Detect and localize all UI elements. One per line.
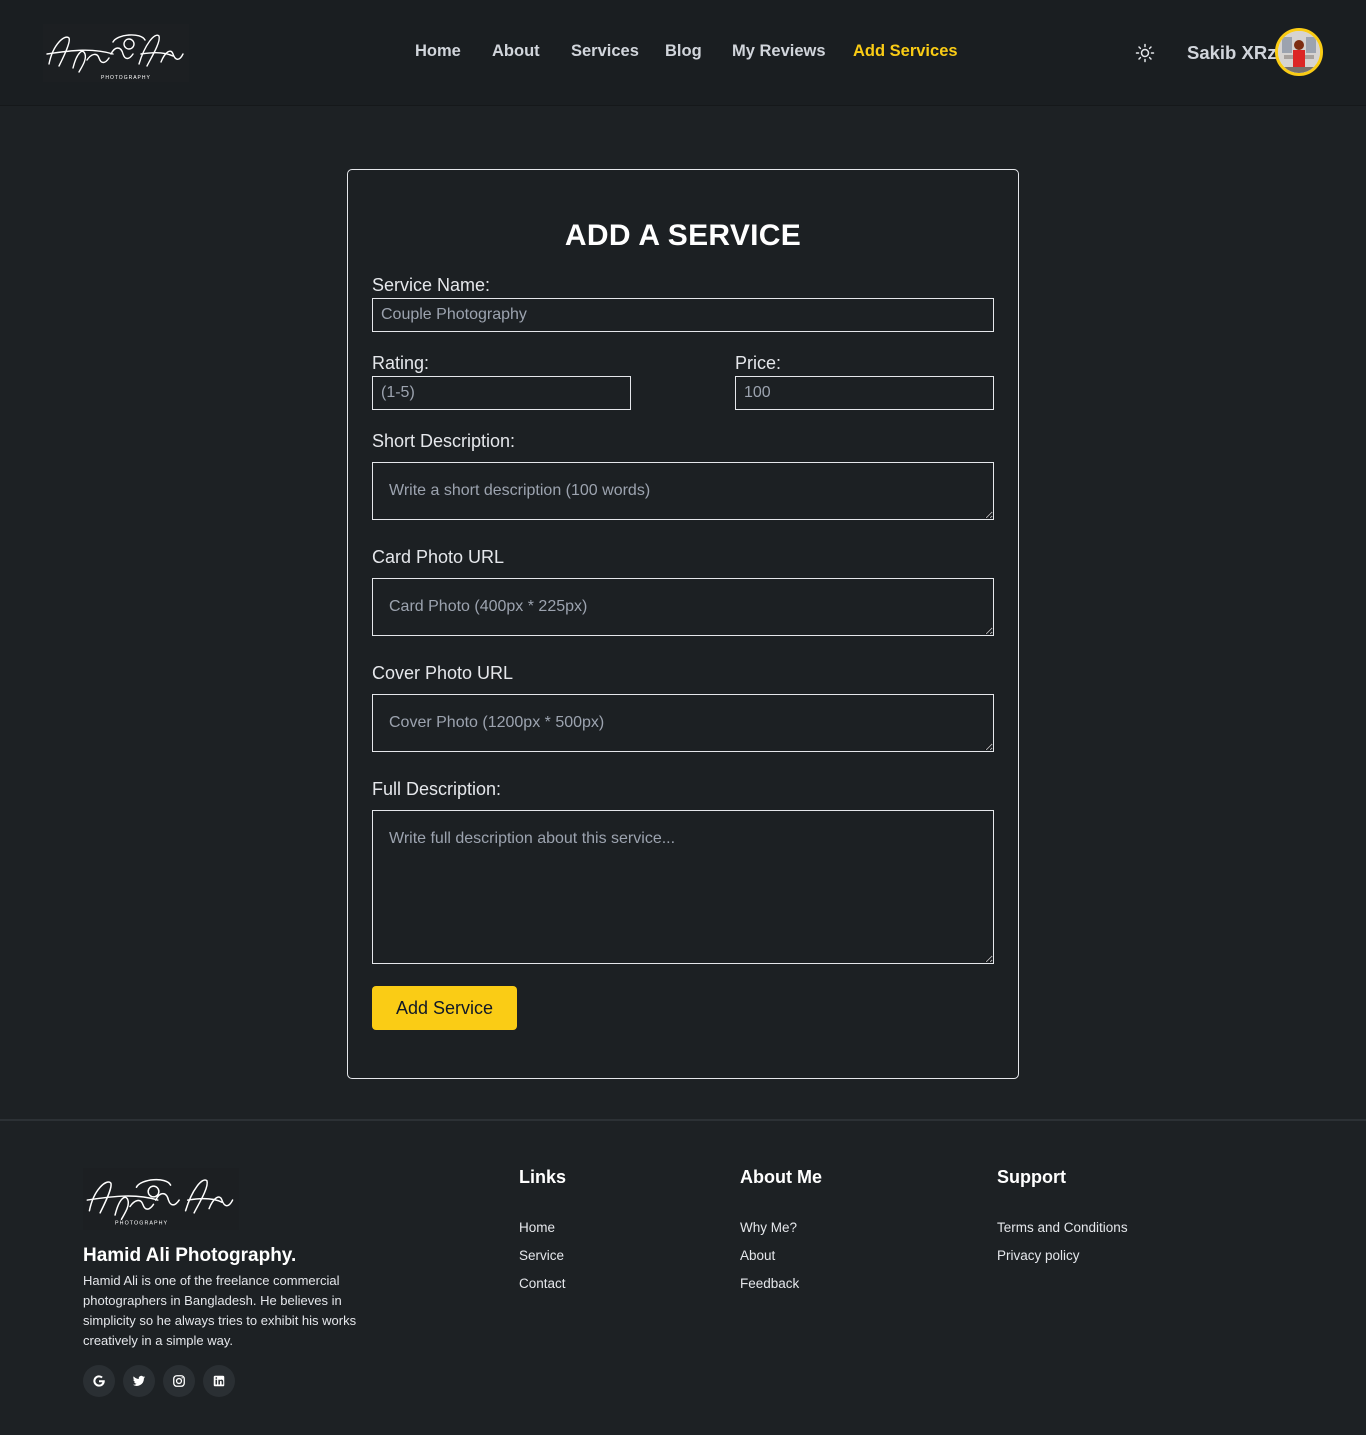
instagram-icon[interactable] xyxy=(163,1365,195,1397)
short-description-textarea[interactable] xyxy=(372,462,994,520)
price-input[interactable] xyxy=(735,376,994,410)
linkedin-icon[interactable] xyxy=(203,1365,235,1397)
logo-subtext: PHOTOGRAPHY xyxy=(101,75,151,81)
card-photo-label: Card Photo URL xyxy=(372,547,505,567)
footer-link-privacy[interactable]: Privacy policy xyxy=(997,1248,1080,1263)
add-service-button[interactable]: Add Service xyxy=(372,986,517,1030)
sun-icon[interactable] xyxy=(1135,43,1155,63)
footer: PHOTOGRAPHY Hamid Ali Photography. Hamid… xyxy=(0,1119,1366,1435)
google-icon[interactable] xyxy=(83,1365,115,1397)
footer-brand: Hamid Ali Photography. xyxy=(83,1245,297,1266)
footer-link-contact[interactable]: Contact xyxy=(519,1276,566,1291)
navbar: PHOTOGRAPHY Home About Services Blog My … xyxy=(0,0,1366,106)
footer-link-why-me[interactable]: Why Me? xyxy=(740,1220,797,1235)
twitter-icon[interactable] xyxy=(123,1365,155,1397)
avatar[interactable] xyxy=(1275,28,1323,76)
footer-description: Hamid Ali is one of the freelance commer… xyxy=(83,1273,357,1348)
cover-photo-textarea[interactable] xyxy=(372,694,994,752)
logo-signature-icon: PHOTOGRAPHY xyxy=(86,1179,234,1227)
main-nav: Home About Services Blog My Reviews Add … xyxy=(0,42,1366,66)
footer-heading-links: Links xyxy=(519,1167,567,1187)
nav-about[interactable]: About xyxy=(492,42,540,61)
cover-photo-label: Cover Photo URL xyxy=(372,663,514,683)
nav-home[interactable]: Home xyxy=(415,42,461,61)
card-photo-textarea[interactable] xyxy=(372,578,994,636)
nav-my-reviews[interactable]: My Reviews xyxy=(732,42,826,61)
footer-link-service[interactable]: Service xyxy=(519,1248,564,1263)
footer-link-feedback[interactable]: Feedback xyxy=(740,1276,799,1291)
price-label: Price: xyxy=(735,353,782,373)
full-description-label: Full Description: xyxy=(372,779,502,799)
footer-heading-support: Support xyxy=(997,1167,1066,1187)
rating-label: Rating: xyxy=(372,353,430,373)
short-description-label: Short Description: xyxy=(372,431,516,451)
nav-services[interactable]: Services xyxy=(571,42,639,61)
user-photo-icon xyxy=(1278,31,1320,73)
rating-input[interactable] xyxy=(372,376,631,410)
form-title: ADD A SERVICE xyxy=(564,219,802,252)
service-name-label: Service Name: xyxy=(372,275,491,295)
footer-link-about[interactable]: About xyxy=(740,1248,775,1263)
service-name-input[interactable] xyxy=(372,298,994,332)
footer-link-home[interactable]: Home xyxy=(519,1220,555,1235)
footer-logo-subtext: PHOTOGRAPHY xyxy=(115,1221,168,1227)
footer-heading-about-me: About Me xyxy=(740,1167,822,1187)
nav-add-services[interactable]: Add Services xyxy=(853,42,958,61)
nav-blog[interactable]: Blog xyxy=(665,42,702,61)
full-description-textarea[interactable] xyxy=(372,810,994,964)
footer-logo[interactable]: PHOTOGRAPHY xyxy=(83,1168,239,1230)
user-name: Sakib XRz xyxy=(1187,42,1277,63)
footer-link-terms[interactable]: Terms and Conditions xyxy=(997,1220,1128,1235)
